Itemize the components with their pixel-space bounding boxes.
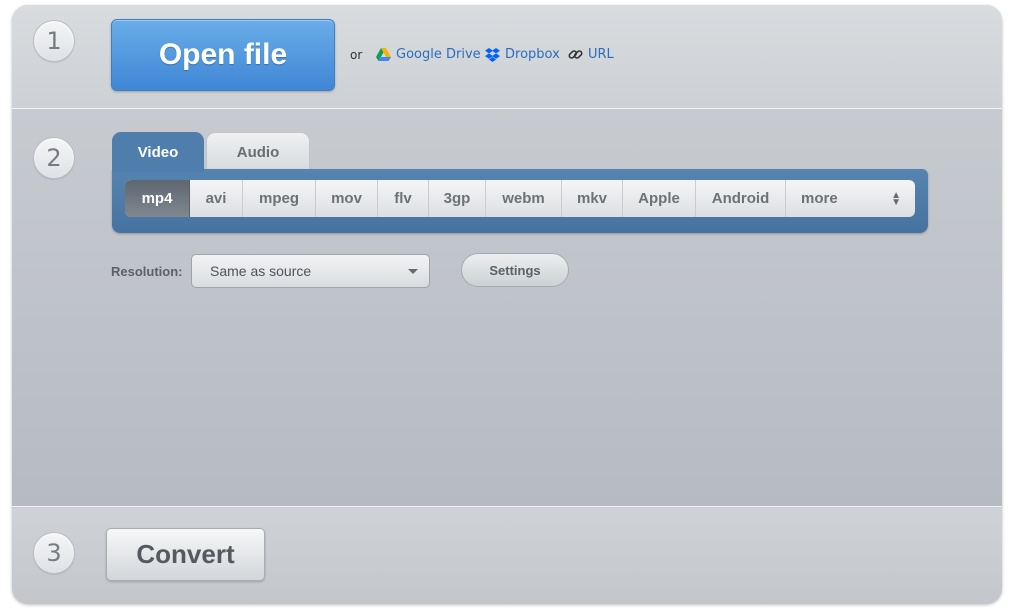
google-drive-icon (376, 48, 391, 61)
dropbox-link[interactable]: Dropbox (485, 47, 560, 62)
format-3gp[interactable]: 3gp (429, 180, 486, 217)
google-drive-label: Google Drive (396, 47, 481, 62)
step-choose-format: 2 Video Audio mp4 avi mpeg mov flv 3gp w… (12, 110, 1002, 507)
convert-button[interactable]: Convert (106, 528, 265, 581)
step-open-file: 1 Open file or Google Drive Dropbox URL (12, 5, 1002, 109)
tab-audio[interactable]: Audio (206, 132, 310, 172)
dropbox-label: Dropbox (505, 47, 560, 62)
chevron-down-icon (408, 268, 418, 274)
resolution-label: Resolution: (111, 264, 183, 279)
step-number-2: 2 (33, 137, 75, 179)
format-webm[interactable]: webm (486, 180, 562, 217)
format-apple[interactable]: Apple (623, 180, 696, 217)
or-text: or (350, 48, 363, 62)
open-file-button[interactable]: Open file (111, 19, 335, 91)
format-more-label: more (801, 190, 838, 207)
format-mp4[interactable]: mp4 (125, 180, 190, 217)
dropbox-icon (485, 47, 500, 62)
converter-panel: 1 Open file or Google Drive Dropbox URL … (12, 5, 1002, 604)
step-number-1: 1 (33, 20, 75, 62)
settings-button[interactable]: Settings (461, 253, 569, 287)
format-android[interactable]: Android (696, 180, 786, 217)
format-list: mp4 avi mpeg mov flv 3gp webm mkv Apple … (125, 180, 915, 217)
url-link[interactable]: URL (568, 47, 614, 62)
format-mkv[interactable]: mkv (562, 180, 623, 217)
format-mpeg[interactable]: mpeg (243, 180, 316, 217)
format-mov[interactable]: mov (316, 180, 378, 217)
google-drive-link[interactable]: Google Drive (376, 47, 481, 62)
step-number-3: 3 (33, 532, 75, 574)
link-icon (568, 50, 583, 59)
url-label: URL (588, 47, 614, 62)
step-convert: 3 Convert (12, 508, 1002, 604)
resolution-value: Same as source (210, 263, 312, 279)
updown-arrows-icon: ▲ ▼ (891, 189, 901, 208)
format-avi[interactable]: avi (190, 180, 243, 217)
format-more-select[interactable]: more ▲ ▼ (786, 180, 915, 217)
tab-video[interactable]: Video (112, 132, 204, 172)
resolution-select[interactable]: Same as source (191, 254, 430, 288)
format-bar: mp4 avi mpeg mov flv 3gp webm mkv Apple … (112, 169, 928, 233)
format-flv[interactable]: flv (378, 180, 429, 217)
